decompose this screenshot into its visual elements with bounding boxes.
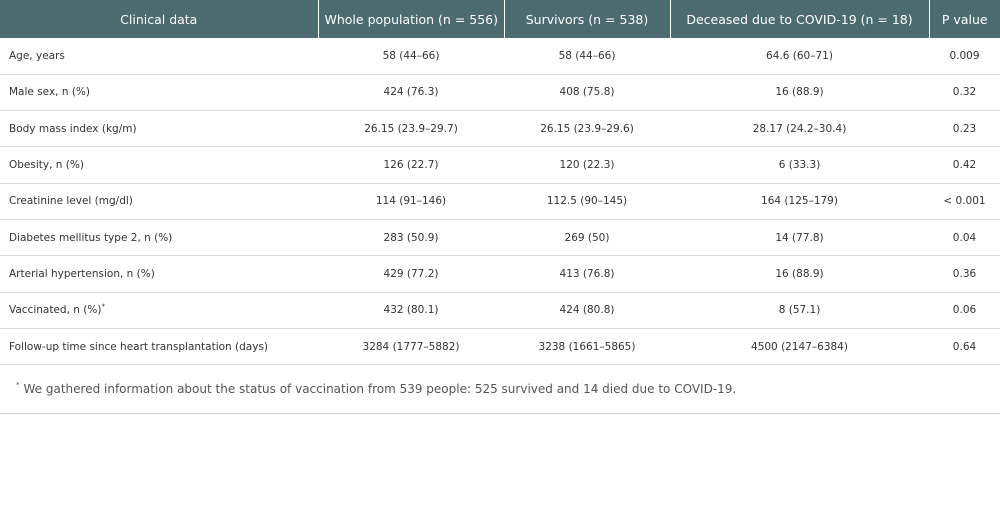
table-body: Age, years 58 (44–66) 58 (44–66) 64.6 (6… <box>0 38 1000 366</box>
cell-whole-population: 126 (22.7) <box>318 146 504 184</box>
table-row: Body mass index (kg/m) 26.15 (23.9–29.7)… <box>0 110 1000 148</box>
header-clinical-data: Clinical data <box>0 0 319 38</box>
row-label: Follow-up time since heart transplantati… <box>0 328 318 366</box>
row-label: Age, years <box>0 38 318 75</box>
clinical-data-table-container: Clinical data Whole population (n = 556)… <box>0 0 1000 415</box>
row-label-cell: Vaccinated, n (%)* <box>0 292 318 329</box>
cell-whole-population: 26.15 (23.9–29.7) <box>318 110 504 148</box>
footnote-mark: * <box>16 381 20 390</box>
cell-whole-population: 432 (80.1) <box>318 292 504 329</box>
table-row: Diabetes mellitus type 2, n (%) 283 (50.… <box>0 219 1000 257</box>
cell-p-value: 0.009 <box>929 38 1000 75</box>
cell-p-value: 0.06 <box>929 292 1000 329</box>
header-row: Clinical data Whole population (n = 556)… <box>0 0 1000 38</box>
cell-whole-population: 283 (50.9) <box>318 219 504 257</box>
cell-deceased: 16 (88.9) <box>670 74 929 112</box>
cell-whole-population: 114 (91–146) <box>318 183 504 220</box>
cell-deceased: 14 (77.8) <box>670 219 929 257</box>
cell-survivors: 26.15 (23.9–29.6) <box>504 110 670 148</box>
row-label: Body mass index (kg/m) <box>0 110 318 148</box>
row-label: Arterial hypertension, n (%) <box>0 255 318 293</box>
cell-p-value: 0.36 <box>929 255 1000 293</box>
cell-whole-population: 424 (76.3) <box>318 74 504 112</box>
table-row: Follow-up time since heart transplantati… <box>0 328 1000 366</box>
table-row: Arterial hypertension, n (%) 429 (77.2) … <box>0 255 1000 293</box>
row-label: Diabetes mellitus type 2, n (%) <box>0 219 318 257</box>
cell-survivors: 112.5 (90–145) <box>504 183 670 220</box>
cell-whole-population: 3284 (1777–5882) <box>318 328 504 366</box>
cell-p-value: 0.04 <box>929 219 1000 257</box>
cell-survivors: 58 (44–66) <box>504 38 670 75</box>
cell-deceased: 16 (88.9) <box>670 255 929 293</box>
header-p-value: P value <box>929 0 1000 38</box>
footnote-text: We gathered information about the status… <box>23 382 737 397</box>
row-label: Obesity, n (%) <box>0 146 318 184</box>
table-row: Age, years 58 (44–66) 58 (44–66) 64.6 (6… <box>0 38 1000 75</box>
table-row: Male sex, n (%) 424 (76.3) 408 (75.8) 16… <box>0 74 1000 112</box>
cell-p-value: 0.32 <box>929 74 1000 112</box>
cell-deceased: 28.17 (24.2–30.4) <box>670 110 929 148</box>
table-row: Vaccinated, n (%)* 432 (80.1) 424 (80.8)… <box>0 292 1000 329</box>
cell-survivors: 408 (75.8) <box>504 74 670 112</box>
cell-deceased: 8 (57.1) <box>670 292 929 329</box>
cell-p-value: 0.23 <box>929 110 1000 148</box>
clinical-data-table: Clinical data Whole population (n = 556)… <box>0 0 1000 366</box>
cell-p-value: 0.64 <box>929 328 1000 366</box>
cell-survivors: 120 (22.3) <box>504 146 670 184</box>
cell-p-value: 0.42 <box>929 146 1000 184</box>
cell-survivors: 3238 (1661–5865) <box>504 328 670 366</box>
cell-survivors: 424 (80.8) <box>504 292 670 329</box>
cell-deceased: 6 (33.3) <box>670 146 929 184</box>
cell-survivors: 413 (76.8) <box>504 255 670 293</box>
header-whole-population: Whole population (n = 556) <box>318 0 505 38</box>
header-deceased: Deceased due to COVID-19 (n = 18) <box>670 0 930 38</box>
table-header: Clinical data Whole population (n = 556)… <box>0 0 1000 38</box>
cell-whole-population: 58 (44–66) <box>318 38 504 75</box>
row-label: Creatinine level (mg/dl) <box>0 183 318 220</box>
cell-whole-population: 429 (77.2) <box>318 255 504 293</box>
cell-deceased: 164 (125–179) <box>670 183 929 220</box>
footnote-marker: * <box>101 302 105 311</box>
cell-survivors: 269 (50) <box>504 219 670 257</box>
cell-deceased: 4500 (2147–6384) <box>670 328 929 366</box>
table-row: Creatinine level (mg/dl) 114 (91–146) 11… <box>0 183 1000 220</box>
cell-p-value: < 0.001 <box>929 183 1000 220</box>
table-row: Obesity, n (%) 126 (22.7) 120 (22.3) 6 (… <box>0 146 1000 184</box>
cell-deceased: 64.6 (60–71) <box>670 38 929 75</box>
table-footnote: * We gathered information about the stat… <box>0 365 1000 415</box>
row-label: Vaccinated, n (%) <box>9 304 102 317</box>
header-survivors: Survivors (n = 538) <box>504 0 671 38</box>
row-label: Male sex, n (%) <box>0 74 318 112</box>
